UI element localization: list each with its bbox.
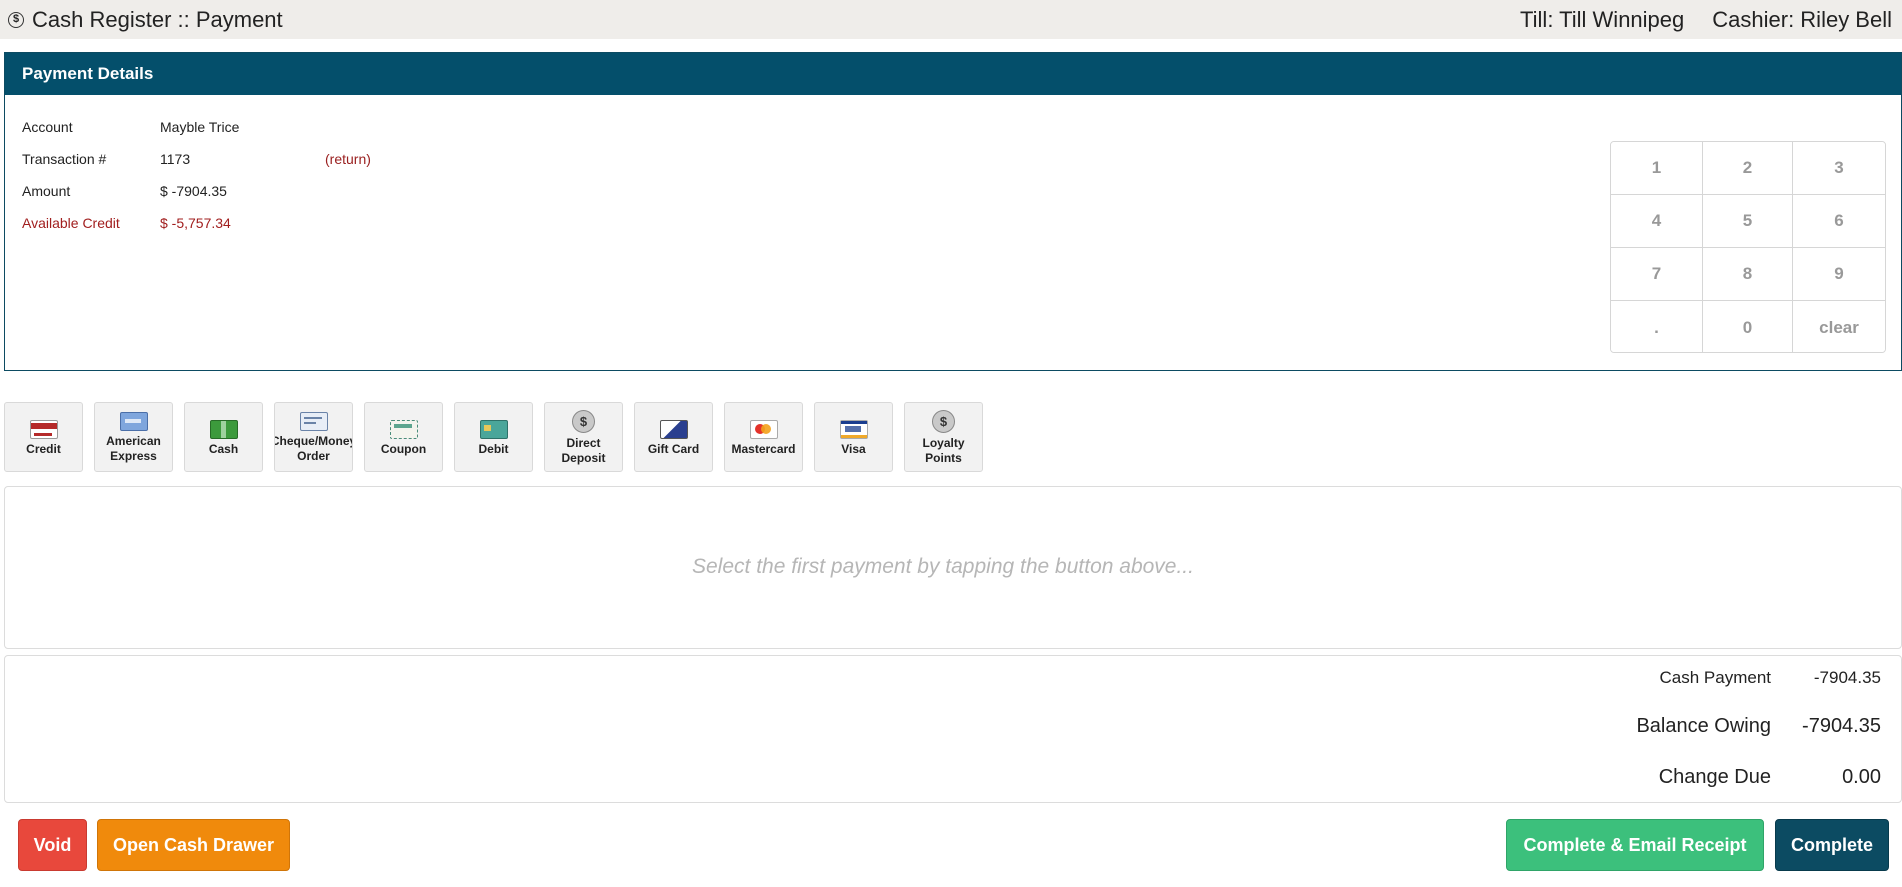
key-2[interactable]: 2 bbox=[1703, 142, 1793, 195]
key-5[interactable]: 5 bbox=[1703, 195, 1793, 248]
key-3[interactable]: 3 bbox=[1793, 142, 1885, 195]
debit-label: Debit bbox=[478, 441, 509, 456]
balance-owing-value: -7904.35 bbox=[1802, 715, 1881, 737]
change-due-row: Change Due 0.00 bbox=[1659, 766, 1881, 789]
cheque-money-order-button[interactable]: Cheque/Money Order bbox=[274, 402, 353, 472]
gift-card-icon bbox=[659, 419, 688, 439]
payment-info: Account Mayble Trice Transaction # 1173 … bbox=[22, 119, 371, 247]
american-express-button[interactable]: American Express bbox=[94, 402, 173, 472]
credit-card-icon bbox=[29, 419, 58, 439]
direct-deposit-button[interactable]: $ Direct Deposit bbox=[544, 402, 623, 472]
amount-value: $ -7904.35 bbox=[160, 183, 227, 199]
change-due-label: Change Due bbox=[1658, 766, 1771, 788]
key-0[interactable]: 0 bbox=[1703, 301, 1793, 352]
transaction-type-note: (return) bbox=[325, 151, 371, 167]
cheque-label-2: Order bbox=[297, 449, 330, 463]
account-label: Account bbox=[22, 119, 73, 135]
cash-icon bbox=[209, 419, 238, 439]
debit-button[interactable]: Debit bbox=[454, 402, 533, 472]
coupon-label: Coupon bbox=[380, 441, 427, 456]
mastercard-icon bbox=[749, 419, 778, 439]
american-express-label-2: Express bbox=[110, 449, 157, 463]
cheque-icon bbox=[299, 412, 328, 431]
debit-card-icon bbox=[479, 419, 508, 439]
open-cash-drawer-button[interactable]: Open Cash Drawer bbox=[97, 819, 290, 871]
payment-details-title: Payment Details bbox=[5, 53, 1901, 95]
visa-icon bbox=[839, 419, 868, 439]
american-express-card-icon bbox=[119, 412, 148, 431]
american-express-label-1: American bbox=[106, 434, 161, 448]
available-credit-value: $ -5,757.34 bbox=[160, 215, 231, 231]
balance-owing-label: Balance Owing bbox=[1636, 715, 1771, 737]
gift-card-label: Gift Card bbox=[647, 441, 700, 456]
gift-card-button[interactable]: Gift Card bbox=[634, 402, 713, 472]
key-decimal[interactable]: . bbox=[1611, 301, 1703, 352]
visa-button[interactable]: Visa bbox=[814, 402, 893, 472]
void-button[interactable]: Void bbox=[18, 819, 87, 871]
loyalty-points-label-1: Loyalty bbox=[922, 436, 965, 450]
amount-label: Amount bbox=[22, 183, 71, 199]
payments-hint: Select the first payment by tapping the … bbox=[692, 554, 1194, 578]
till-label: Till: Till Winnipeg bbox=[1520, 6, 1685, 32]
visa-label: Visa bbox=[841, 441, 866, 456]
dollar-circle-icon: $ bbox=[8, 11, 24, 28]
complete-button[interactable]: Complete bbox=[1775, 819, 1889, 871]
loyalty-points-icon: $ bbox=[932, 410, 955, 433]
totals-panel: Cash Payment -7904.35 Balance Owing -790… bbox=[4, 655, 1902, 803]
account-value: Mayble Trice bbox=[160, 119, 240, 135]
loyalty-points-button[interactable]: $ Loyalty Points bbox=[904, 402, 983, 472]
available-credit-row: Available Credit $ -5,757.34 bbox=[22, 215, 371, 247]
cash-button[interactable]: Cash bbox=[184, 402, 263, 472]
mastercard-label: Mastercard bbox=[731, 441, 796, 456]
direct-deposit-icon: $ bbox=[572, 410, 595, 433]
key-1[interactable]: 1 bbox=[1611, 142, 1703, 195]
loyalty-points-label-2: Points bbox=[925, 451, 962, 465]
direct-deposit-label-2: Deposit bbox=[561, 451, 606, 465]
top-bar: $ Cash Register :: Payment Till: Till Wi… bbox=[0, 0, 1902, 39]
coupon-button[interactable]: Coupon bbox=[364, 402, 443, 472]
payments-list: Select the first payment by tapping the … bbox=[4, 486, 1902, 649]
credit-button[interactable]: Credit bbox=[4, 402, 83, 472]
transaction-value: 1173 bbox=[160, 151, 191, 167]
cheque-label-1: Cheque/Money bbox=[274, 434, 353, 448]
credit-label: Credit bbox=[26, 441, 61, 456]
account-row: Account Mayble Trice bbox=[22, 119, 371, 151]
payment-details-panel: Payment Details Account Mayble Trice Tra… bbox=[4, 52, 1902, 371]
key-clear[interactable]: clear bbox=[1793, 301, 1885, 352]
transaction-label: Transaction # bbox=[22, 151, 107, 167]
cash-payment-row: Cash Payment -7904.35 bbox=[1660, 668, 1882, 688]
mastercard-button[interactable]: Mastercard bbox=[724, 402, 803, 472]
key-7[interactable]: 7 bbox=[1611, 248, 1703, 301]
app-title-group: $ Cash Register :: Payment bbox=[8, 7, 283, 33]
page-title: Cash Register :: Payment bbox=[32, 6, 283, 32]
cash-payment-value: -7904.35 bbox=[1813, 668, 1881, 687]
cash-label: Cash bbox=[208, 441, 239, 456]
direct-deposit-label-1: Direct bbox=[566, 436, 601, 450]
numeric-keypad: 1 2 3 4 5 6 7 8 9 . 0 clear bbox=[1610, 141, 1886, 353]
key-9[interactable]: 9 bbox=[1793, 248, 1885, 301]
balance-owing-row: Balance Owing -7904.35 bbox=[1636, 715, 1881, 738]
complete-email-receipt-button[interactable]: Complete & Email Receipt bbox=[1506, 819, 1764, 871]
available-credit-label: Available Credit bbox=[22, 215, 120, 231]
key-4[interactable]: 4 bbox=[1611, 195, 1703, 248]
cash-payment-label: Cash Payment bbox=[1659, 668, 1772, 687]
transaction-row: Transaction # 1173 (return) bbox=[22, 151, 371, 183]
payment-methods: Credit American Express Cash Cheque/Mone… bbox=[4, 402, 983, 472]
cashier-label: Cashier: Riley Bell bbox=[1712, 6, 1892, 32]
change-due-value: 0.00 bbox=[1842, 766, 1881, 788]
session-info: Till: Till Winnipeg Cashier: Riley Bell bbox=[1520, 7, 1894, 33]
key-6[interactable]: 6 bbox=[1793, 195, 1885, 248]
amount-row: Amount $ -7904.35 bbox=[22, 183, 371, 215]
key-8[interactable]: 8 bbox=[1703, 248, 1793, 301]
coupon-icon bbox=[389, 419, 418, 439]
